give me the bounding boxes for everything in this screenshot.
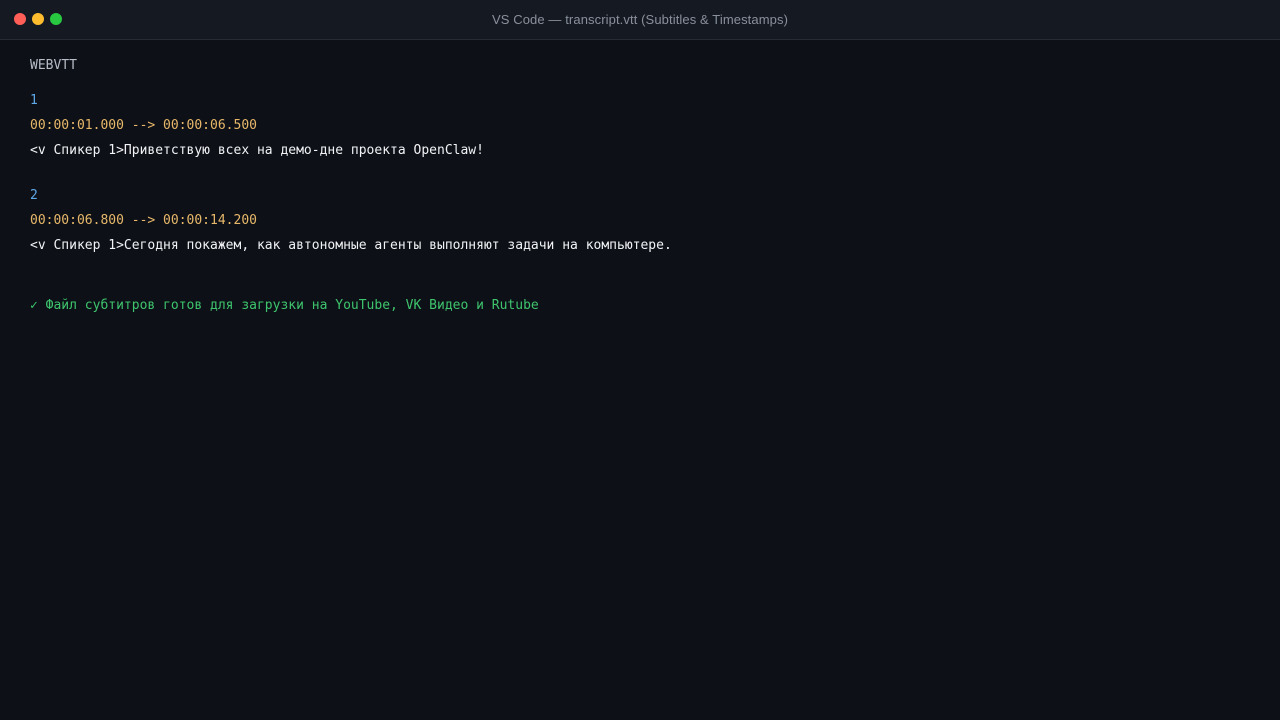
code-editor[interactable]: WEBVTT 1 00:00:01.000 --> 00:00:06.500 <…: [0, 40, 1280, 314]
maximize-window-icon[interactable]: [50, 13, 62, 25]
title-bar[interactable]: VS Code — transcript.vtt (Subtitles & Ti…: [0, 0, 1280, 40]
window-controls: [14, 13, 62, 25]
close-window-icon[interactable]: [14, 13, 26, 25]
cue-timing: 00:00:01.000 --> 00:00:06.500: [30, 118, 257, 133]
cue-id: 2: [30, 188, 38, 203]
cue-timing: 00:00:06.800 --> 00:00:14.200: [30, 213, 257, 228]
editor-window: VS Code — transcript.vtt (Subtitles & Ti…: [0, 0, 1280, 720]
cue-text: <v Спикер 1>Сегодня покажем, как автоном…: [30, 238, 672, 253]
vtt-header: WEBVTT: [30, 58, 77, 73]
cue-text: <v Спикер 1>Приветствую всех на демо-дне…: [30, 143, 484, 158]
cue-id: 1: [30, 93, 38, 108]
window-title: VS Code — transcript.vtt (Subtitles & Ti…: [491, 12, 789, 27]
minimize-window-icon[interactable]: [32, 13, 44, 25]
status-message: ✓ Файл субтитров готов для загрузки на Y…: [30, 298, 539, 313]
